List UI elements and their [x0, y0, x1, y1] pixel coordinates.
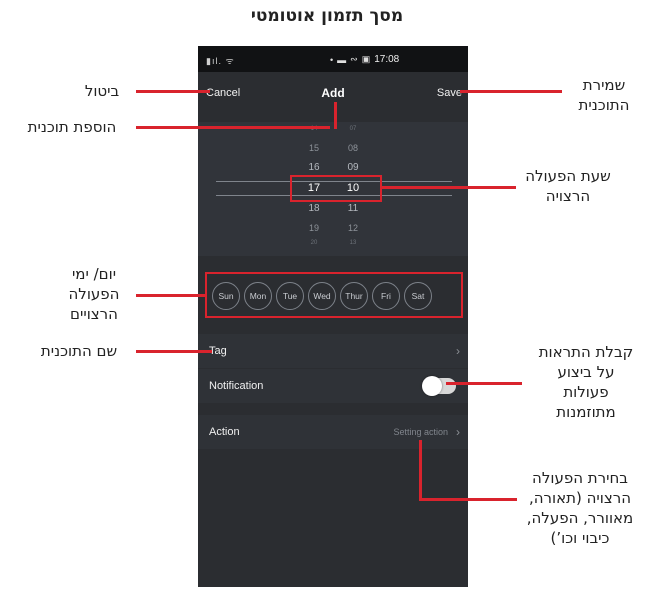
add-connector — [136, 126, 330, 129]
hour-option[interactable]: 15 — [302, 143, 326, 153]
status-time: 17:08 — [374, 54, 400, 65]
annotation-tag: שם התוכנית — [40, 342, 118, 360]
notification-toggle[interactable] — [422, 376, 456, 396]
minute-option[interactable]: 11 — [341, 203, 365, 214]
action-row[interactable]: Action Setting action › — [198, 415, 468, 449]
notification-row: Notification — [198, 369, 468, 403]
message-icon: ▬ — [337, 54, 347, 65]
save-button[interactable]: Save — [437, 87, 462, 99]
action-label: Action — [209, 426, 240, 438]
notification-label: Notification — [209, 380, 264, 392]
notification-connector — [446, 382, 522, 385]
days-connector — [136, 294, 206, 297]
add-connector-vertical — [334, 102, 337, 129]
toggle-knob — [422, 376, 442, 396]
nfc-icon: ∾ — [350, 54, 358, 64]
annotation-cancel: ביטול — [84, 82, 120, 100]
days-highlight-box — [205, 272, 463, 318]
action-value: Setting action — [393, 427, 448, 437]
chevron-right-icon: › — [456, 344, 460, 358]
cancel-connector — [136, 90, 210, 93]
dot-icon: • — [330, 54, 334, 65]
image-icon: ▣ — [361, 54, 371, 64]
chevron-right-icon: › — [456, 425, 460, 439]
annotation-notification: קבלת התראות על ביצוע פעולות מתוזמנות — [538, 343, 634, 421]
tag-row[interactable]: Tag › — [198, 334, 468, 368]
annotation-save: שמירת התוכנית — [578, 76, 630, 114]
annotation-action: בחירת הפעולה הרצויה (תאורה, מאוורר, הפעל… — [526, 469, 634, 547]
action-connector-vertical — [419, 440, 422, 500]
annotation-add: הוספת תוכנית — [27, 118, 117, 136]
status-bar: ▮ıl. ᯤ • ▬ ∾ ▣ 17:08 — [198, 46, 468, 72]
tag-connector — [136, 350, 212, 353]
app-header: Cancel Add Save — [198, 72, 468, 118]
time-connector — [382, 186, 516, 189]
action-connector — [419, 498, 517, 501]
minute-option[interactable]: 07 — [341, 126, 365, 132]
minute-option[interactable]: 09 — [341, 162, 365, 173]
signal-wifi-icons: ▮ıl. ᯤ — [206, 56, 235, 66]
header-title: Add — [321, 86, 345, 100]
minute-option[interactable]: 13 — [341, 240, 365, 246]
save-connector — [460, 90, 562, 93]
hour-option[interactable]: 18 — [302, 203, 326, 214]
minute-option[interactable]: 12 — [341, 223, 365, 233]
hour-option[interactable]: 19 — [302, 223, 326, 233]
annotation-time: שעת הפעולה הרצויה — [525, 167, 611, 205]
status-right-group: • ▬ ∾ ▣ 17:08 — [330, 54, 399, 65]
page-title: מסך תזמון אוטומטי — [250, 6, 404, 26]
hour-option[interactable]: 16 — [302, 162, 326, 173]
annotation-days: יום/ ימי הפעולה הרצויים — [68, 265, 120, 323]
minute-option[interactable]: 08 — [341, 143, 365, 153]
time-highlight-box — [290, 175, 382, 202]
hour-option[interactable]: 20 — [302, 240, 326, 246]
